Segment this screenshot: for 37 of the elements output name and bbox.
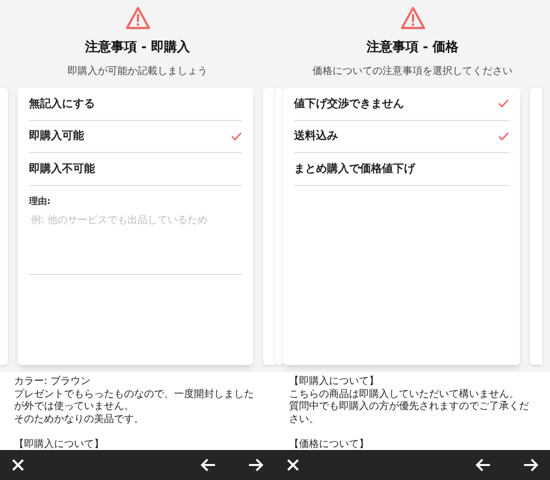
- forward-button[interactable]: [247, 457, 265, 473]
- option-item[interactable]: まとめ購入で価格値下げ: [294, 153, 509, 186]
- back-button[interactable]: [199, 457, 217, 473]
- screen-title: 注意事項 - 即購入: [84, 38, 190, 57]
- description-text: プレゼントでもらったものなので、一度開封しましたが外では使っていません。: [14, 388, 255, 414]
- check-icon: [498, 132, 509, 141]
- warning-icon: [400, 6, 426, 30]
- reason-label: 理由:: [28, 196, 52, 208]
- left-arrow-icon: [475, 458, 491, 472]
- reason-field[interactable]: 例: 他のサービスでも出品しているため: [28, 213, 242, 275]
- close-icon: [286, 458, 300, 472]
- right-arrow-icon: [523, 458, 539, 472]
- description-text: そのためかなりの美品です。: [14, 414, 145, 426]
- description-text: 質問中でも即購入の方が優先されますのでご了承ください。: [289, 401, 530, 426]
- option-item[interactable]: 値下げ交渉できません: [294, 88, 509, 120]
- right-arrow-icon: [248, 458, 264, 472]
- check-icon: [231, 132, 242, 141]
- close-button[interactable]: [10, 457, 26, 473]
- description-text: 【即購入について】: [289, 376, 380, 388]
- left-arrow-icon: [200, 458, 216, 472]
- screen-title: 注意事項 - 価格: [366, 38, 459, 57]
- screen-subtitle: 価格についての注意事項を選択してください: [312, 64, 512, 78]
- close-icon: [11, 458, 25, 472]
- option-item[interactable]: 即購入不可能: [28, 153, 242, 186]
- forward-button[interactable]: [522, 457, 540, 473]
- close-button[interactable]: [285, 457, 301, 473]
- description-text: 【価格について】: [289, 438, 370, 450]
- description-text: 【即購入について】: [14, 438, 105, 450]
- check-icon: [498, 99, 509, 108]
- option-item[interactable]: 送料込み: [294, 120, 509, 153]
- option-item[interactable]: 無記入にする: [28, 88, 242, 120]
- back-button[interactable]: [474, 457, 492, 473]
- description-text: カラー: ブラウン: [14, 376, 92, 388]
- screen-subtitle: 即購入が可能か記載しましょう: [68, 64, 208, 78]
- warning-icon: [124, 6, 150, 30]
- option-item[interactable]: 即購入可能: [28, 120, 242, 153]
- description-text: こちらの商品は即購入していただいて構いません。: [289, 388, 520, 400]
